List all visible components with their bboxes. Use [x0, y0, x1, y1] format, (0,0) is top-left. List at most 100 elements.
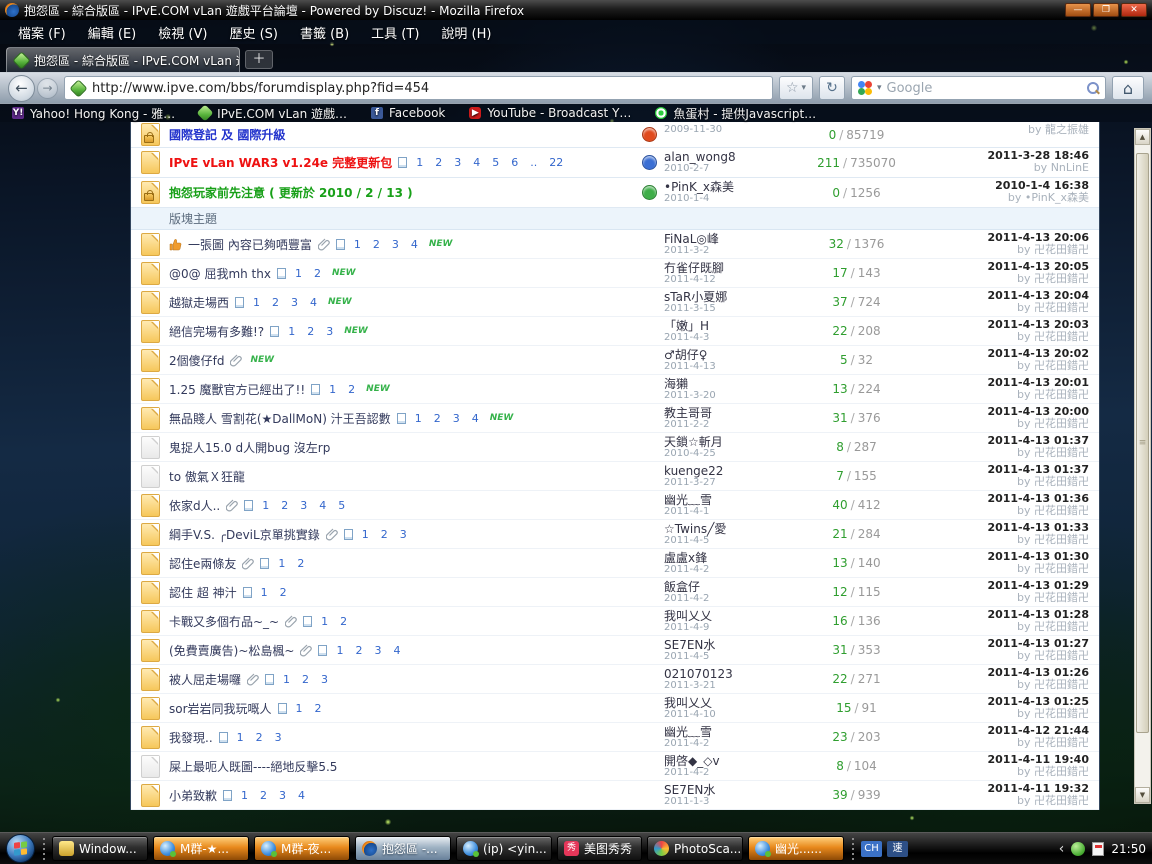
language-indicator[interactable]: CH	[861, 841, 882, 857]
lastpost-user-link[interactable]: 卍花田錯卍	[1034, 533, 1089, 546]
task-button[interactable]: M群-★...	[153, 836, 249, 861]
lastpost-user-link[interactable]: 卍花田錯卍	[1034, 446, 1089, 459]
page-link[interactable]: 4	[411, 238, 418, 251]
lastpost-user-link[interactable]: 卍花田錯卍	[1034, 707, 1089, 720]
page-link[interactable]: 2	[280, 586, 287, 599]
thread-title-link[interactable]: @0@ 屈我mh thx	[169, 265, 271, 282]
maximize-button[interactable]: ❐	[1093, 3, 1119, 17]
author-link[interactable]: FiNaL◎峰	[664, 232, 719, 246]
thread-title-link[interactable]: to 傲氣Ｘ狂龍	[169, 468, 245, 485]
thread-title-link[interactable]: 我發現..	[169, 729, 213, 746]
lastpost-user-link[interactable]: 卍花田錯卍	[1034, 649, 1089, 662]
thread-title-link[interactable]: 屎上最呃人既圖----絕地反擊5.5	[169, 758, 337, 775]
lastpost-user-link[interactable]: 卍花田錯卍	[1034, 678, 1089, 691]
task-button[interactable]: 抱怨區 -...	[355, 836, 451, 861]
lastpost-user-link[interactable]: 卍花田錯卍	[1034, 504, 1089, 517]
thread-title-link[interactable]: 依家d人..	[169, 497, 220, 514]
lastpost-user-link[interactable]: •PinK_x森美	[1025, 191, 1089, 204]
scroll-up-button[interactable]: ▲	[1135, 129, 1150, 145]
thread-title-link[interactable]: sor岩岩同我玩嘅人	[169, 700, 272, 717]
close-button[interactable]: ✕	[1121, 3, 1147, 17]
thread-title-link[interactable]: (免費賣廣告)~松島楓~	[169, 642, 294, 659]
start-button[interactable]	[6, 834, 35, 863]
quick-launch-grip[interactable]	[40, 838, 47, 860]
forward-button[interactable]: →	[37, 78, 58, 99]
page-link[interactable]: 2	[381, 528, 388, 541]
page-link[interactable]: 4	[393, 644, 400, 657]
thread-title-link[interactable]: 越獄走場西	[169, 294, 229, 311]
page-link[interactable]: 3	[453, 412, 460, 425]
author-link[interactable]: 開啓◆_◇v	[664, 754, 720, 768]
author-link[interactable]: 盧盧x鋒	[664, 551, 707, 565]
menu-item[interactable]: 工具 (T)	[361, 21, 429, 44]
bookmark-item[interactable]: IPvE.COM vLan 遊戲…	[199, 105, 347, 122]
menu-item[interactable]: 說明 (H)	[431, 21, 501, 44]
lastpost-user-link[interactable]: 卍花田錯卍	[1034, 243, 1089, 256]
thread-title-link[interactable]: 小弟致歉	[169, 787, 217, 804]
back-button[interactable]: ←	[8, 75, 35, 102]
search-input[interactable]: ▾ Google	[851, 76, 1106, 100]
lastpost-user-link[interactable]: 卍花田錯卍	[1034, 330, 1089, 343]
page-link[interactable]: 1	[283, 673, 290, 686]
menu-item[interactable]: 檢視 (V)	[148, 21, 217, 44]
page-link[interactable]: 3	[300, 499, 307, 512]
bookmark-item[interactable]: fFacebook	[371, 106, 445, 120]
new-tab-button[interactable]: ＋	[245, 50, 273, 69]
author-link[interactable]: sTaR小夏娜	[664, 290, 727, 304]
author-link[interactable]: 我叫乂乂	[664, 609, 712, 623]
author-link[interactable]: 教主哥哥	[664, 406, 712, 420]
menu-item[interactable]: 檔案 (F)	[8, 21, 76, 44]
author-link[interactable]: 天鎖☆斬月	[664, 435, 723, 449]
author-link[interactable]: 「嫩」H	[664, 319, 709, 333]
page-link[interactable]: 1	[362, 528, 369, 541]
menu-item[interactable]: 書籤 (B)	[290, 21, 359, 44]
lastpost-user-link[interactable]: 卍花田錯卍	[1034, 359, 1089, 372]
page-link[interactable]: 5	[338, 499, 345, 512]
author-link[interactable]: ☆Twins╱愛	[664, 522, 726, 536]
reload-button[interactable]: ↻	[819, 76, 845, 100]
vertical-scrollbar[interactable]: ▲ ≡ ▼	[1134, 128, 1151, 804]
lastpost-user-link[interactable]: 卍花田錯卍	[1034, 620, 1089, 633]
page-link[interactable]: 3	[392, 238, 399, 251]
author-link[interactable]: 我叫乂乂	[664, 696, 712, 710]
bookmark-star-button[interactable]: ☆ ▾	[779, 76, 813, 100]
lastpost-user-link[interactable]: 卍花田錯卍	[1034, 475, 1089, 488]
thread-title-link[interactable]: 認住 超 神汁	[169, 584, 237, 601]
author-link[interactable]: alan_wong8	[664, 150, 736, 164]
bookmark-item[interactable]: Y!Yahoo! Hong Kong - 雅…	[12, 105, 175, 122]
thread-title-link[interactable]: 國際登記 及 國際升級	[169, 126, 285, 143]
lastpost-user-link[interactable]: 卍花田錯卍	[1034, 388, 1089, 401]
page-link[interactable]: 1	[237, 731, 244, 744]
page-link[interactable]: 4	[472, 412, 479, 425]
page-link[interactable]: 1	[278, 557, 285, 570]
tray-expand-icon[interactable]: ‹	[1059, 841, 1065, 857]
author-link[interactable]: SE7EN水	[664, 783, 715, 797]
task-button[interactable]: 秀美图秀秀	[557, 836, 642, 861]
page-link[interactable]: 1	[336, 644, 343, 657]
page-link[interactable]: 3	[400, 528, 407, 541]
menu-item[interactable]: 歷史 (S)	[219, 21, 288, 44]
scroll-down-button[interactable]: ▼	[1135, 787, 1150, 803]
page-link[interactable]: 2	[315, 702, 322, 715]
page-link[interactable]: 2	[373, 238, 380, 251]
page-link[interactable]: 1	[295, 267, 302, 280]
thread-title-link[interactable]: IPvE vLan WAR3 v1.24e 完整更新包	[169, 154, 392, 171]
lastpost-user-link[interactable]: 卍花田錯卍	[1034, 417, 1089, 430]
page-link[interactable]: 1	[288, 325, 295, 338]
page-link[interactable]: 1	[241, 789, 248, 802]
page-link[interactable]: 1	[296, 702, 303, 715]
lastpost-user-link[interactable]: 卍花田錯卍	[1034, 562, 1089, 575]
page-link[interactable]: 2	[302, 673, 309, 686]
page-link[interactable]: 1	[253, 296, 260, 309]
messenger-status-icon[interactable]	[1071, 842, 1085, 856]
lastpost-user-link[interactable]: 卍花田錯卍	[1034, 301, 1089, 314]
ime-indicator[interactable]: 速	[887, 841, 908, 857]
tab-active[interactable]: 抱怨區 - 綜合版區 - IPvE.COM vLan 遊戲…	[6, 47, 240, 72]
minimize-button[interactable]: —	[1065, 3, 1091, 17]
page-link[interactable]: 1	[416, 156, 423, 169]
thread-title-link[interactable]: 一張圖 內容已夠哂豐富	[188, 236, 312, 253]
page-link[interactable]: 2	[434, 412, 441, 425]
task-button[interactable]: Window...	[52, 836, 148, 861]
page-link[interactable]: 2	[314, 267, 321, 280]
page-link[interactable]: 3	[321, 673, 328, 686]
